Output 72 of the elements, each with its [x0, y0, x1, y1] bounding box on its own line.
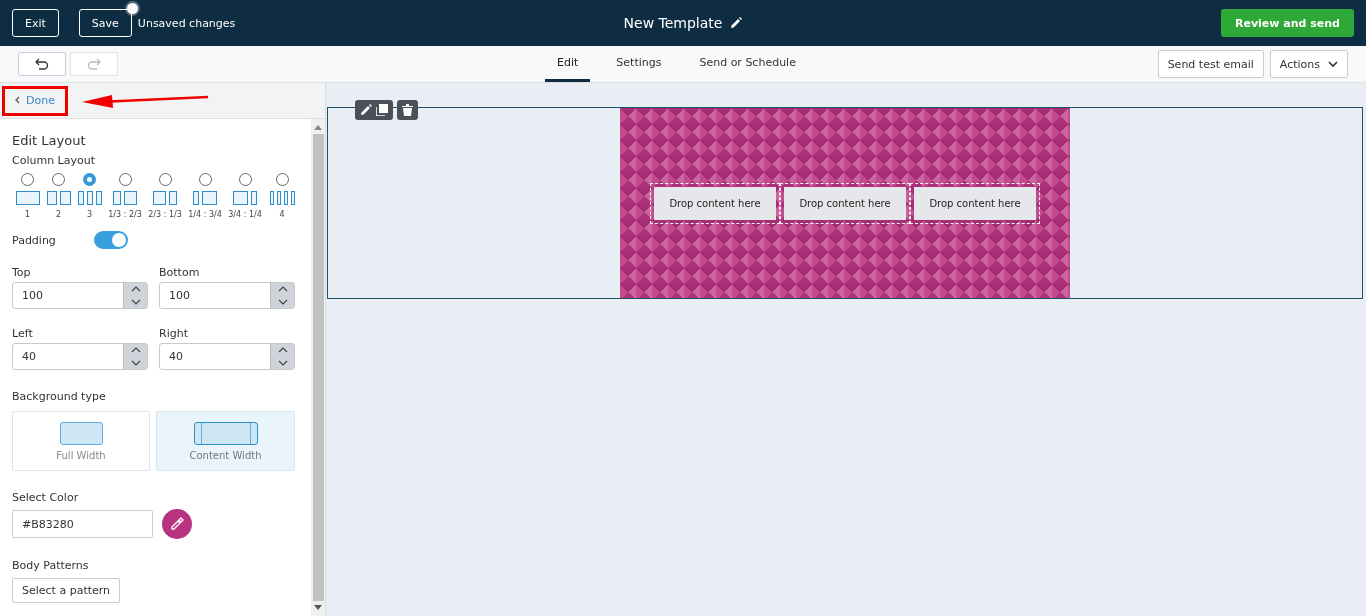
- background-type-label: Background type: [12, 390, 107, 403]
- decrement-icon[interactable]: [130, 298, 141, 305]
- chevron-down-icon: [1328, 60, 1338, 68]
- undo-button[interactable]: [18, 52, 66, 76]
- column-layout-icon: [270, 191, 294, 205]
- selected-layout-block[interactable]: Drop content here Drop content here Drop content here: [327, 107, 1363, 299]
- number-input[interactable]: 100: [12, 282, 148, 309]
- redo-icon: [87, 58, 101, 70]
- field-label: Right: [159, 327, 189, 340]
- drop-zone[interactable]: Drop content here: [784, 186, 906, 220]
- layout-label: 2: [55, 210, 62, 219]
- block-edit-tools[interactable]: [355, 100, 393, 120]
- padding-label: Padding: [12, 233, 56, 247]
- increment-icon[interactable]: [277, 347, 288, 354]
- column-layout-icon: [193, 191, 217, 205]
- delete-tool[interactable]: [397, 100, 418, 120]
- background-option[interactable]: Full Width: [12, 411, 150, 471]
- layout-label: 2/3 : 1/3: [148, 210, 182, 219]
- field-label: Left: [12, 327, 34, 340]
- field-label: Top: [12, 266, 32, 279]
- layout-label: 4: [279, 210, 285, 219]
- unsaved-status: Unsaved changes: [137, 16, 236, 30]
- template-title: New Template: [623, 15, 723, 31]
- column-layout-icon: [15, 191, 40, 205]
- body-patterns-label: Body Patterns: [12, 559, 90, 572]
- drop-zone[interactable]: Drop content here: [654, 186, 776, 220]
- column-layout-icon: [233, 191, 257, 205]
- decrement-icon[interactable]: [277, 298, 288, 305]
- number-input[interactable]: 100: [159, 282, 295, 309]
- pencil-icon[interactable]: [360, 104, 372, 116]
- scrollbar[interactable]: [311, 119, 325, 616]
- decrement-icon[interactable]: [130, 359, 141, 366]
- layout-label: 3: [86, 210, 93, 219]
- copy-icon[interactable]: [376, 104, 388, 116]
- column-layout-label: Column Layout: [12, 154, 96, 167]
- exit-button[interactable]: Exit: [12, 9, 59, 37]
- increment-icon[interactable]: [277, 286, 288, 293]
- tab[interactable]: Send or Schedule: [687, 46, 808, 82]
- column-layout-icon: [113, 191, 137, 205]
- panel-title: Edit Layout: [12, 133, 87, 148]
- column-layout-icon: [153, 191, 177, 205]
- eyedropper-icon: [170, 517, 184, 531]
- number-input[interactable]: 40: [159, 343, 295, 370]
- eyedropper-button[interactable]: [162, 509, 192, 539]
- column-layout-icon: [46, 191, 71, 205]
- increment-icon[interactable]: [130, 347, 141, 354]
- decrement-icon[interactable]: [277, 359, 288, 366]
- actions-dropdown[interactable]: Actions: [1269, 50, 1348, 78]
- column-layout-icon: [77, 191, 102, 205]
- select-color-label: Select Color: [12, 491, 80, 504]
- chevron-left-icon: [15, 96, 20, 104]
- send-test-email-button[interactable]: Send test email: [1157, 50, 1264, 78]
- drop-zone[interactable]: Drop content here: [914, 186, 1036, 220]
- field-label: Bottom: [159, 266, 201, 279]
- increment-icon[interactable]: [130, 286, 141, 293]
- color-input[interactable]: #B83280: [12, 510, 153, 538]
- layout-label: 3/4 : 1/4: [228, 210, 262, 219]
- trash-icon[interactable]: [402, 104, 413, 116]
- edit-pencil-icon[interactable]: [730, 17, 743, 29]
- tab[interactable]: Settings: [604, 46, 674, 82]
- number-input[interactable]: 40: [12, 343, 148, 370]
- layout-radio[interactable]: [83, 173, 96, 186]
- done-button[interactable]: Done: [2, 85, 68, 116]
- content-width-icon: [193, 421, 258, 445]
- select-pattern-button[interactable]: Select a pattern: [12, 578, 121, 603]
- undo-icon: [35, 58, 49, 70]
- layout-label: 1/3 : 2/3: [108, 210, 142, 219]
- full-width-icon: [59, 421, 103, 445]
- background-option[interactable]: Content Width: [156, 411, 295, 471]
- layout-label: 1: [24, 210, 31, 219]
- layout-label: 1/4 : 3/4: [188, 210, 222, 219]
- padding-toggle[interactable]: [93, 231, 128, 249]
